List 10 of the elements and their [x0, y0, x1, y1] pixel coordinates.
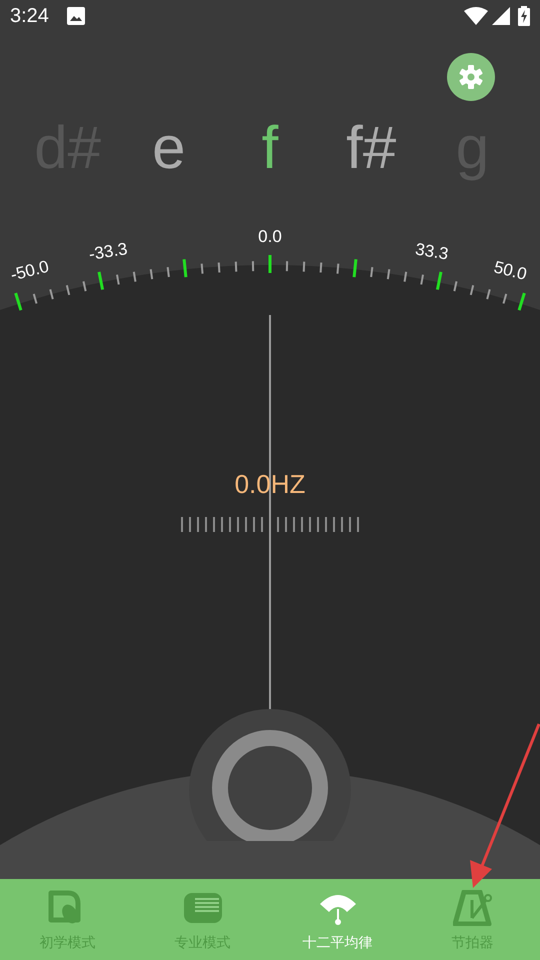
note-label: f#: [345, 113, 398, 183]
note-label: e: [151, 113, 186, 183]
scale-label: -50.0: [8, 256, 51, 285]
scale-label: 33.3: [414, 240, 450, 264]
note-label: f: [260, 113, 280, 183]
scale-label: 0.0: [258, 227, 282, 246]
nav-tab[interactable]: 十二平均律: [270, 879, 405, 960]
scale-label: -33.3: [88, 239, 129, 264]
status-time: 3:24: [10, 4, 49, 29]
scale-label: 50.0: [492, 257, 529, 284]
